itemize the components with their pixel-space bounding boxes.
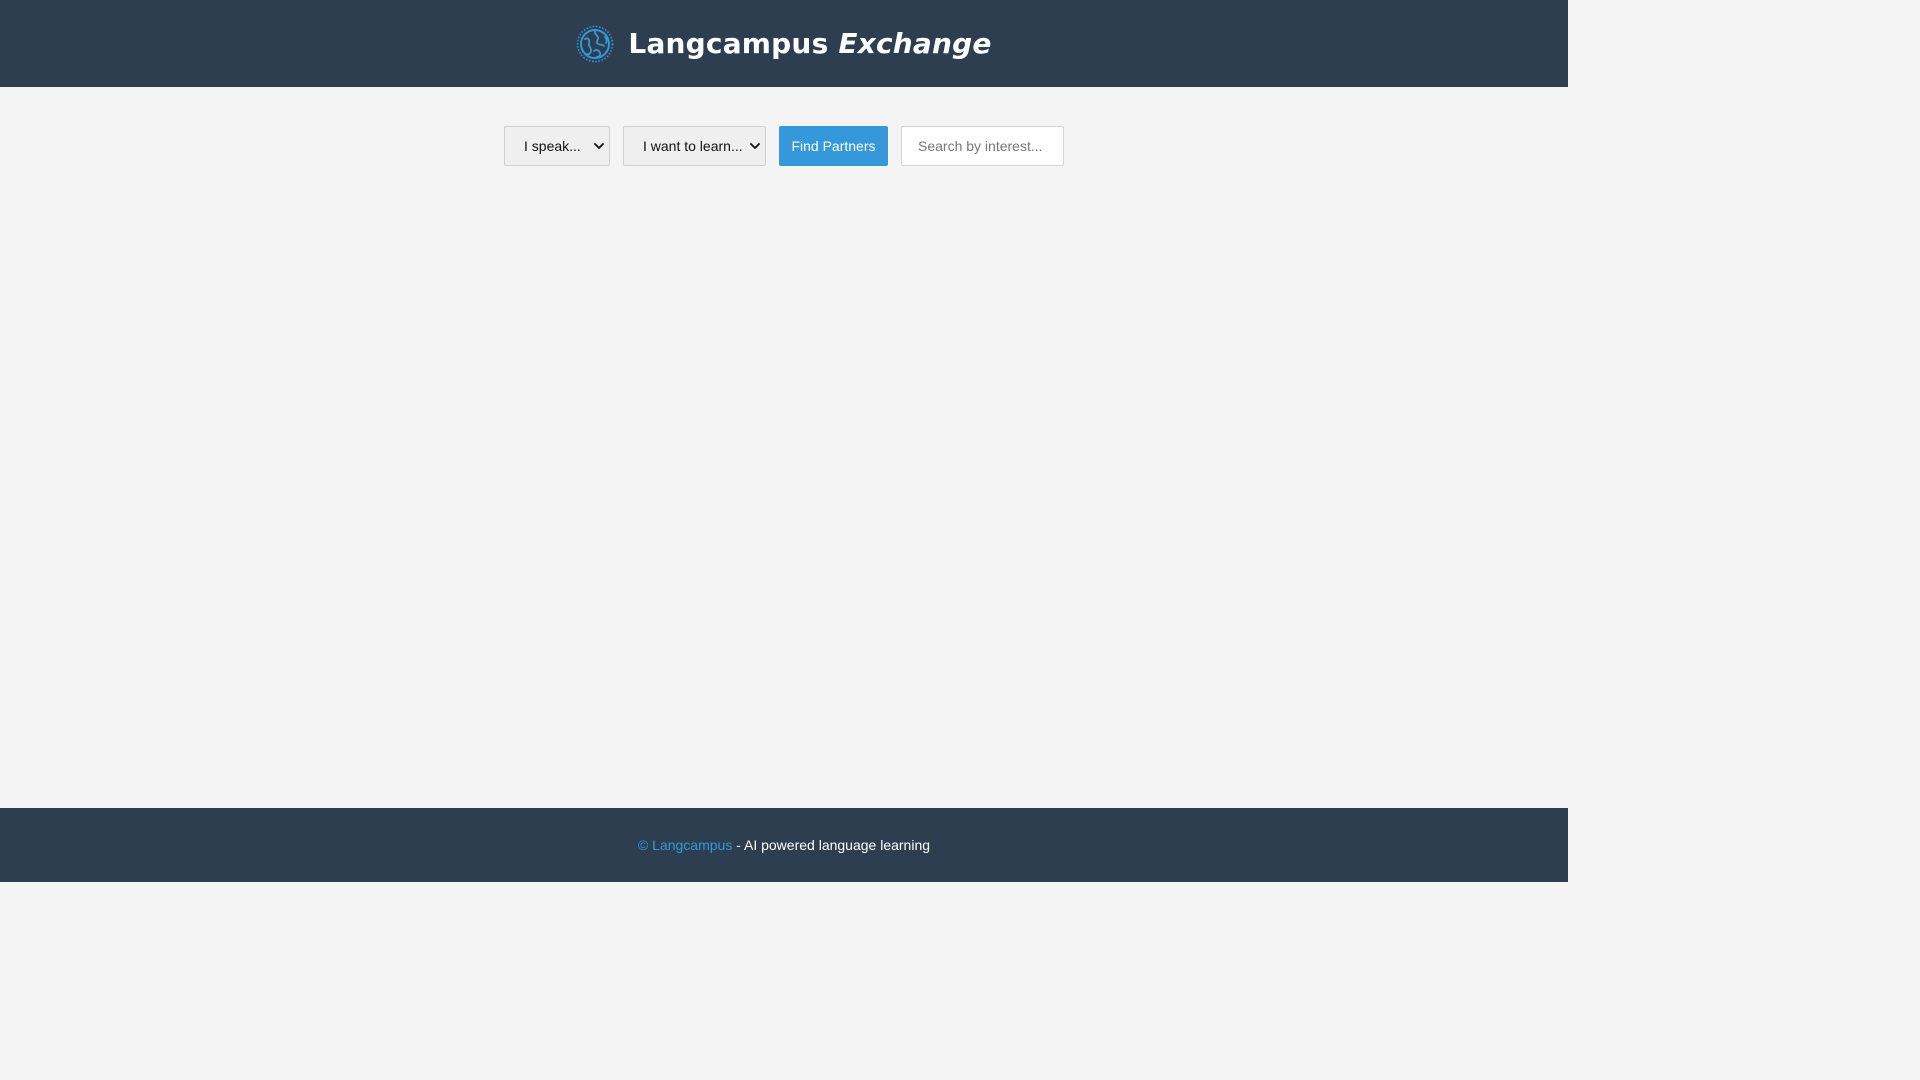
speak-language-select[interactable]: I speak...	[504, 126, 610, 166]
speak-select-value: I speak...	[524, 138, 581, 154]
footer-tagline: - AI powered language learning	[732, 837, 931, 853]
app-root: Langcampus Exchange I speak... I want to…	[0, 0, 1568, 882]
chevron-down-icon	[593, 140, 605, 152]
search-controls: I speak... I want to learn... Find Partn…	[504, 126, 1064, 166]
interest-search-input[interactable]	[901, 126, 1064, 166]
brand-exchange: Exchange	[838, 27, 992, 60]
find-partners-button[interactable]: Find Partners	[779, 126, 888, 166]
header: Langcampus Exchange	[0, 0, 1568, 87]
globe-icon	[576, 25, 614, 63]
chevron-down-icon	[749, 140, 761, 152]
brand-main: Langcampus	[628, 27, 829, 60]
footer-langcampus-link[interactable]: © Langcampus	[638, 837, 732, 853]
learn-select-value: I want to learn...	[643, 138, 743, 154]
app-title: Langcampus Exchange	[628, 27, 991, 60]
learn-language-select[interactable]: I want to learn...	[623, 126, 766, 166]
footer: © Langcampus - AI powered language learn…	[0, 808, 1568, 882]
main-content: I speak... I want to learn... Find Partn…	[0, 87, 1568, 808]
